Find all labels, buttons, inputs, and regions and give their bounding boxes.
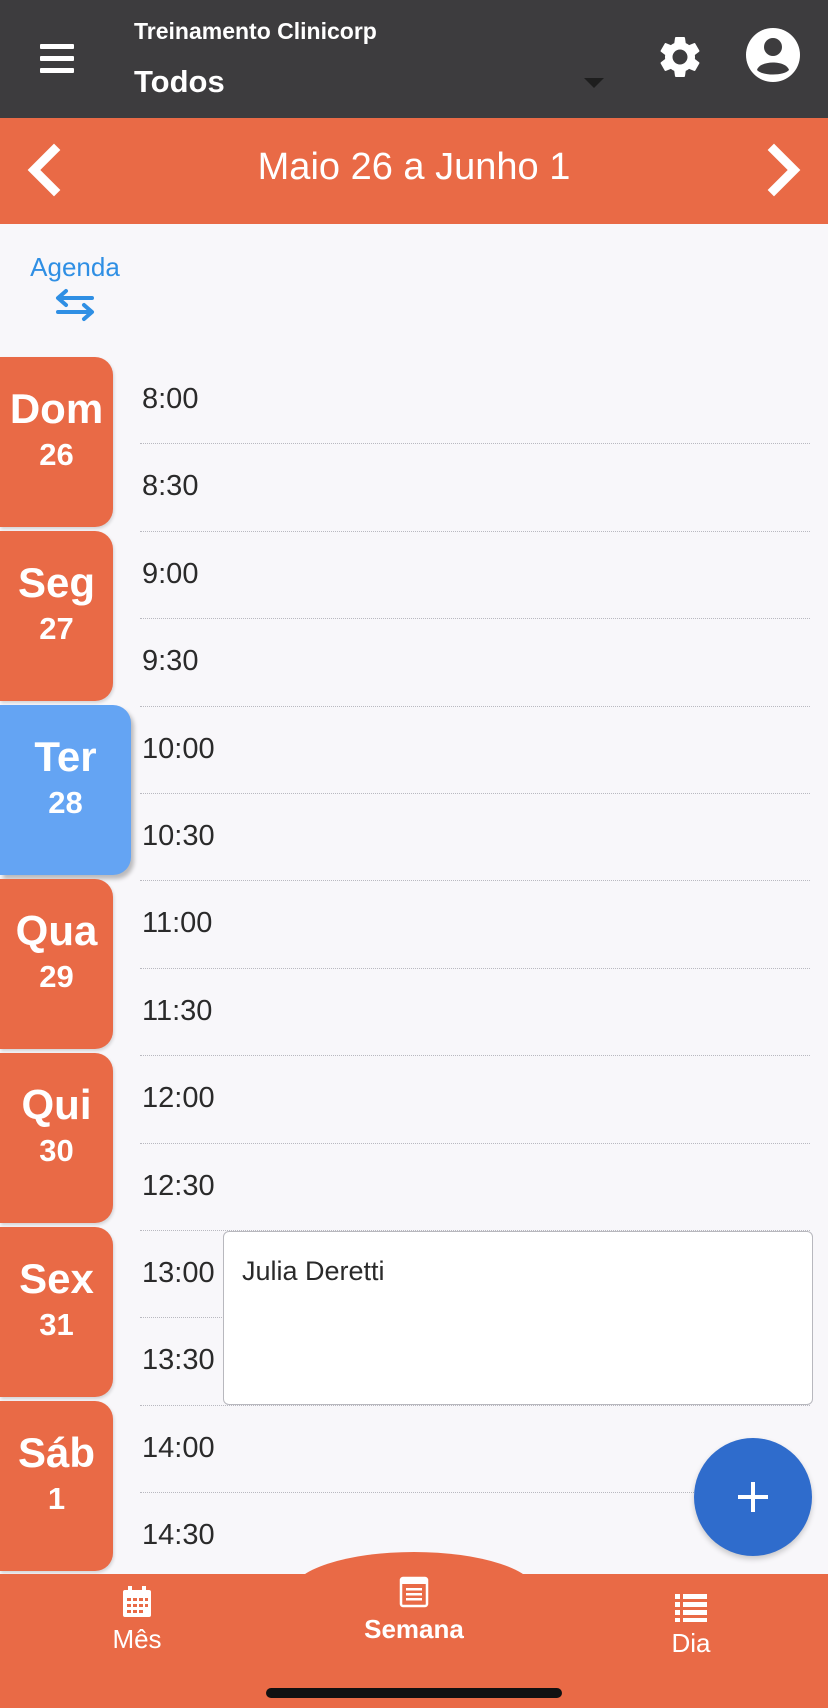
time-slot[interactable]: 9:30	[140, 619, 810, 707]
top-app-bar: Treinamento Clinicorp Todos	[0, 0, 828, 118]
day-name: Qua	[15, 907, 98, 954]
day-tab[interactable]: Sáb 1	[0, 1401, 113, 1571]
time-slot[interactable]: 9:00	[140, 532, 810, 620]
week-range-title: Maio 26 a Junho 1	[257, 146, 571, 188]
time-label: 9:00	[142, 557, 199, 590]
clinic-name: Treinamento Clinicorp	[134, 18, 377, 44]
tab-day-label: Dia	[671, 1628, 711, 1658]
day-number: 31	[39, 1307, 74, 1342]
day-number: 28	[48, 785, 83, 820]
time-slot[interactable]: 8:30	[140, 444, 810, 532]
gear-icon[interactable]	[655, 32, 705, 82]
time-label: 12:00	[142, 1082, 215, 1115]
caret-down-icon	[584, 78, 604, 88]
day-name: Seg	[17, 559, 96, 606]
time-label: 13:30	[142, 1344, 215, 1377]
appointment-patient-name: Julia Deretti	[242, 1256, 385, 1286]
day-tab-selected[interactable]: Ter 28	[0, 705, 131, 875]
time-label: 14:00	[142, 1431, 215, 1464]
day-name: Sex	[19, 1255, 94, 1302]
chevron-right-icon[interactable]	[752, 140, 812, 200]
day-tab[interactable]: Qui 30	[0, 1053, 113, 1223]
swap-arrows-icon	[56, 289, 94, 321]
day-number: 30	[39, 1133, 74, 1168]
time-label: 8:00	[142, 383, 199, 415]
day-tab[interactable]: Dom 26	[0, 357, 113, 527]
time-label: 11:00	[142, 907, 213, 940]
day-number: 27	[39, 611, 74, 646]
time-slot[interactable]: 11:30	[140, 969, 810, 1057]
time-label: 8:30	[142, 470, 199, 503]
time-label: 9:30	[142, 645, 199, 678]
day-tab[interactable]: Seg 27	[0, 531, 113, 701]
add-appointment-button[interactable]	[694, 1438, 812, 1556]
time-label: 12:30	[142, 1169, 215, 1202]
calendar-app: Treinamento Clinicorp Todos Maio 26 a Ju…	[0, 0, 828, 1708]
agenda-toggle-button[interactable]: Agenda	[18, 252, 132, 332]
day-name: Ter	[34, 733, 97, 780]
time-label: 14:30	[142, 1519, 215, 1552]
time-slot[interactable]: 10:00	[140, 707, 810, 794]
time-slot[interactable]: 12:00	[140, 1056, 810, 1144]
tab-week[interactable]: Semana	[344, 1576, 484, 1645]
home-indicator	[266, 1688, 562, 1698]
day-name: Sáb	[17, 1429, 96, 1476]
appointment-card[interactable]: Julia Deretti	[223, 1231, 813, 1405]
day-name: Dom	[9, 385, 104, 432]
time-label: 13:00	[142, 1257, 215, 1289]
list-icon	[675, 1594, 707, 1622]
hamburger-menu-icon[interactable]	[40, 42, 74, 76]
time-label: 10:00	[142, 732, 215, 765]
tab-day[interactable]: Dia	[646, 1594, 736, 1659]
plus-icon	[738, 1482, 768, 1512]
tab-week-label: Semana	[364, 1614, 464, 1644]
calendar-week-icon	[399, 1576, 429, 1608]
tab-month[interactable]: Mês	[92, 1586, 182, 1655]
time-slot[interactable]: 11:00	[140, 881, 810, 969]
time-slot[interactable]: 10:30	[140, 794, 810, 882]
day-number: 1	[47, 1481, 66, 1516]
calendar-month-icon	[123, 1586, 151, 1617]
time-slot[interactable]: 12:30	[140, 1144, 810, 1231]
time-label: 11:30	[142, 994, 213, 1027]
time-slot[interactable]: 8:00	[140, 357, 810, 445]
tab-month-label: Mês	[112, 1624, 162, 1654]
time-label: 10:30	[142, 820, 215, 852]
filter-selected-value: Todos	[134, 64, 225, 99]
day-tab[interactable]: Qua 29	[0, 879, 113, 1049]
week-navigation-bar: Maio 26 a Junho 1	[0, 118, 828, 224]
day-number: 26	[39, 437, 74, 472]
agenda-toggle-label: Agenda	[30, 252, 120, 282]
user-circle-icon[interactable]	[744, 26, 802, 84]
day-name: Qui	[21, 1081, 92, 1128]
day-number: 29	[39, 959, 74, 994]
day-tab[interactable]: Sex 31	[0, 1227, 113, 1397]
